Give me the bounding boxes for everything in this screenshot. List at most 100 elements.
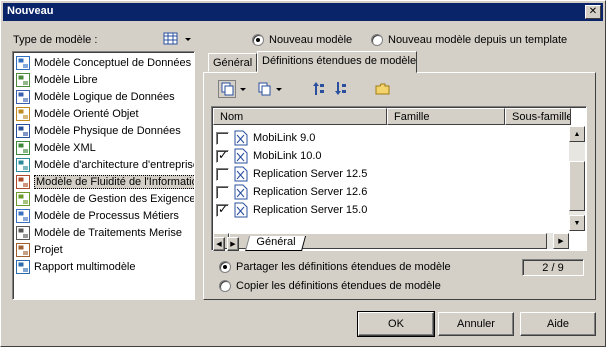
share-definitions-label: Partager les définitions étendues de mod… bbox=[236, 261, 451, 273]
definition-name: MobiLink 10.0 bbox=[253, 150, 322, 162]
definition-row[interactable]: MobiLink 9.0 bbox=[216, 129, 315, 147]
cancel-button[interactable]: Annuler bbox=[438, 312, 514, 336]
arrow-up-icon: ▲ bbox=[573, 130, 581, 138]
definition-name: Replication Server 12.6 bbox=[253, 186, 368, 198]
sheet-next-button[interactable]: ▶ bbox=[227, 237, 239, 251]
scroll-up-button[interactable]: ▲ bbox=[569, 126, 585, 142]
model-type-label: Modèle de Traitements Merise bbox=[34, 226, 182, 239]
model-type-item[interactable]: Modèle Logique de Données bbox=[15, 88, 194, 105]
model-type-label: Modèle Orienté Objet bbox=[34, 107, 139, 120]
extended-definition-icon bbox=[234, 202, 248, 218]
model-type-label: Modèle de Processus Métiers bbox=[34, 209, 179, 222]
moo-icon bbox=[16, 106, 30, 121]
model-type-item[interactable]: Modèle Libre bbox=[15, 71, 194, 88]
title-bar[interactable]: Nouveau ✕ bbox=[3, 3, 603, 21]
mpd-icon bbox=[16, 123, 30, 138]
ilm-icon bbox=[16, 174, 30, 189]
new-model-option[interactable]: Nouveau modèle bbox=[252, 34, 352, 46]
extended-definitions-list[interactable]: Nom Famille Sous-famille MobiLink 9.0 Mob… bbox=[211, 106, 587, 251]
model-type-item[interactable]: Modèle Orienté Objet bbox=[15, 105, 194, 122]
add-definitions-button[interactable] bbox=[218, 80, 248, 98]
model-type-item[interactable]: Modèle de Gestion des Exigences bbox=[15, 190, 194, 207]
model-type-item[interactable]: Modèle Conceptuel de Données bbox=[15, 54, 194, 71]
new-model-radio[interactable] bbox=[252, 34, 264, 46]
model-type-label: Modèle Logique de Données bbox=[34, 90, 175, 103]
definition-row[interactable]: MobiLink 10.0 bbox=[216, 147, 322, 165]
model-type-list[interactable]: Modèle Conceptuel de Données Modèle Libre… bbox=[12, 51, 195, 300]
definition-name: Replication Server 15.0 bbox=[253, 204, 368, 216]
model-type-label: Modèle Conceptuel de Données bbox=[34, 56, 192, 69]
tab-general[interactable]: Général bbox=[208, 53, 257, 72]
arrow-right-icon: ▶ bbox=[230, 241, 236, 248]
model-type-label: Modèle Physique de Données bbox=[34, 124, 181, 137]
definition-checkbox[interactable] bbox=[216, 148, 229, 163]
grid-view-icon bbox=[163, 32, 191, 45]
sheet-prev-button[interactable]: ◀ bbox=[213, 237, 225, 251]
open-folder-button[interactable] bbox=[375, 80, 391, 98]
definition-checkbox[interactable] bbox=[216, 202, 229, 217]
model-type-item[interactable]: Modèle XML bbox=[15, 139, 194, 156]
sheet-tab-label: Général bbox=[256, 236, 296, 248]
mld-icon bbox=[16, 89, 30, 104]
folder-icon bbox=[375, 83, 390, 95]
free-model-icon bbox=[16, 72, 30, 87]
definition-checkbox[interactable] bbox=[216, 167, 229, 181]
sheet-tab-general[interactable]: Général bbox=[245, 236, 307, 251]
arrow-down-icon: ▼ bbox=[573, 219, 581, 227]
model-type-item[interactable]: Projet bbox=[15, 241, 194, 258]
model-type-label: Modèle d'architecture d'entreprise bbox=[34, 158, 195, 171]
list-view-toggle-button[interactable] bbox=[163, 31, 193, 47]
from-template-label: Nouveau modèle depuis un template bbox=[388, 34, 568, 46]
from-template-radio[interactable] bbox=[371, 34, 383, 46]
rqm-icon bbox=[16, 191, 30, 206]
copy-definitions-radio[interactable] bbox=[219, 280, 231, 292]
scroll-down-button[interactable]: ▼ bbox=[569, 215, 585, 231]
vertical-scrollbar[interactable]: ▲ ▼ bbox=[569, 126, 585, 231]
arrow-left-icon: ◀ bbox=[216, 241, 222, 248]
model-type-label: Projet bbox=[34, 243, 63, 256]
definition-checkbox[interactable] bbox=[216, 131, 229, 145]
tab-extended-definitions[interactable]: Définitions étendues de modèle bbox=[257, 51, 417, 73]
model-type-item[interactable]: Modèle de Traitements Merise bbox=[15, 224, 194, 241]
extended-definition-icon bbox=[234, 166, 248, 182]
column-header-subfamily[interactable]: Sous-famille bbox=[505, 108, 571, 125]
new-model-label: Nouveau modèle bbox=[269, 34, 353, 46]
column-header-family[interactable]: Famille bbox=[387, 108, 505, 125]
definition-row[interactable]: Replication Server 12.5 bbox=[216, 165, 367, 183]
ok-button[interactable]: OK bbox=[357, 311, 435, 337]
model-type-item[interactable]: Modèle d'architecture d'entreprise bbox=[15, 156, 194, 173]
definition-row[interactable]: Replication Server 15.0 bbox=[216, 201, 367, 219]
close-button[interactable]: ✕ bbox=[585, 5, 601, 19]
model-type-label: Modèle de Fluidité de l'Information bbox=[34, 174, 194, 189]
model-type-item[interactable]: Modèle Physique de Données bbox=[15, 122, 194, 139]
share-definitions-radio[interactable] bbox=[219, 261, 231, 273]
model-type-label: Modèle XML bbox=[34, 141, 96, 154]
add-definitions-icon bbox=[218, 80, 246, 98]
copy-definitions-option[interactable]: Copier les définitions étendues de modèl… bbox=[219, 280, 441, 292]
definition-checkbox[interactable] bbox=[216, 185, 229, 199]
from-template-option[interactable]: Nouveau modèle depuis un template bbox=[371, 34, 567, 46]
new-dialog: Nouveau ✕ Type de modèle : Modèle Concep… bbox=[0, 0, 606, 347]
model-type-item[interactable]: Modèle de Processus Métiers bbox=[15, 207, 194, 224]
model-type-item[interactable]: Modèle de Fluidité de l'Information bbox=[15, 173, 194, 190]
project-icon bbox=[16, 242, 30, 257]
dialog-title: Nouveau bbox=[7, 5, 54, 17]
scroll-thumb[interactable] bbox=[569, 161, 585, 211]
definition-row[interactable]: Replication Server 12.6 bbox=[216, 183, 367, 201]
sort-ascending-button[interactable] bbox=[312, 80, 326, 98]
definition-name: Replication Server 12.5 bbox=[253, 168, 368, 180]
sort-descending-button[interactable] bbox=[334, 80, 348, 98]
model-type-label: Type de modèle : bbox=[13, 34, 98, 46]
help-button[interactable]: Aide bbox=[520, 312, 596, 336]
bpm-icon bbox=[16, 208, 30, 223]
scroll-right-button[interactable]: ▶ bbox=[553, 233, 569, 249]
model-type-item[interactable]: Rapport multimodèle bbox=[15, 258, 194, 275]
share-definitions-option[interactable]: Partager les définitions étendues de mod… bbox=[219, 261, 451, 273]
column-header-name[interactable]: Nom bbox=[213, 108, 387, 125]
extended-definition-icon bbox=[234, 184, 248, 200]
sort-down-icon bbox=[335, 82, 346, 95]
selection-counter: 2 / 9 bbox=[522, 259, 584, 276]
close-icon: ✕ bbox=[588, 6, 598, 17]
import-definitions-button[interactable] bbox=[256, 80, 286, 98]
definition-name: MobiLink 9.0 bbox=[253, 132, 316, 144]
